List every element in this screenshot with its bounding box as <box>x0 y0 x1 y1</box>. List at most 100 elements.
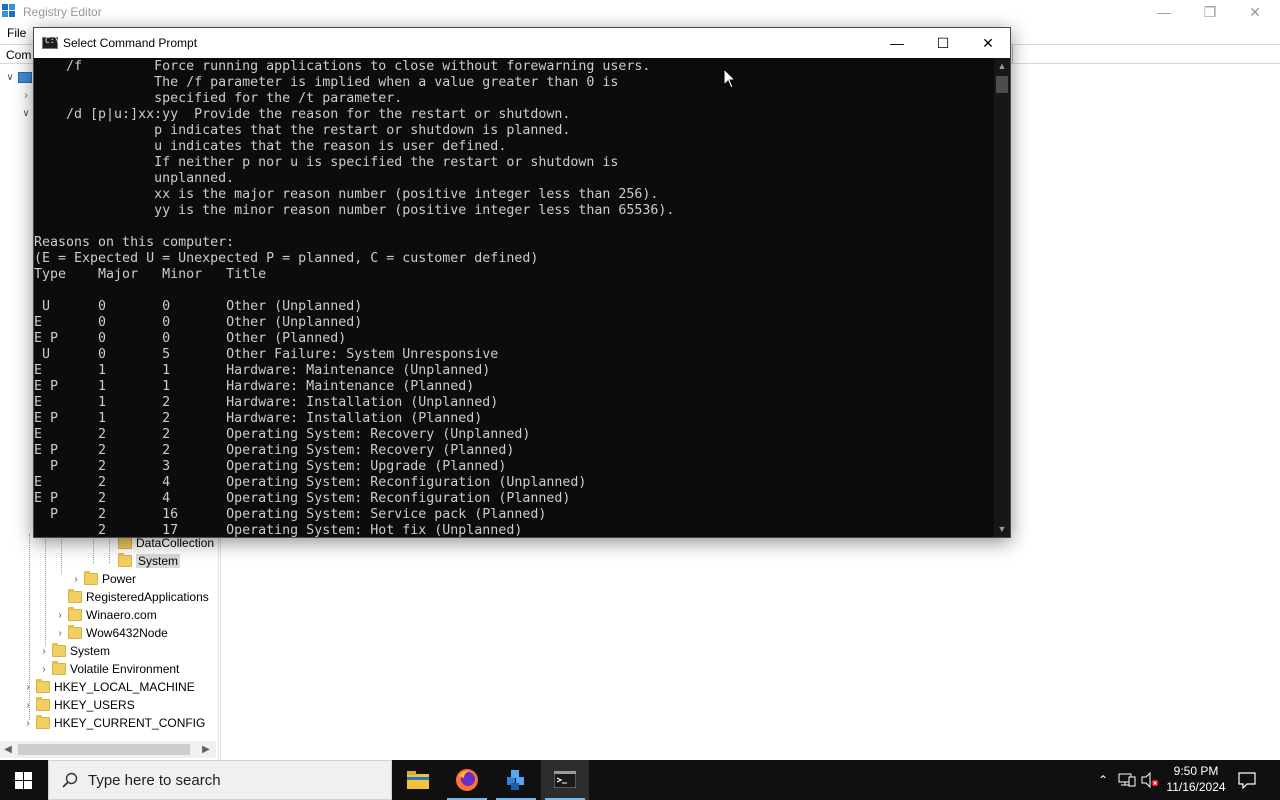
windows-logo-icon <box>15 772 32 789</box>
address-field-edge <box>1012 45 1280 63</box>
address-text: Com <box>6 48 32 62</box>
console-line: If neither p nor u is specified the rest… <box>34 155 619 170</box>
folder-icon <box>68 589 82 603</box>
cmd-minimize-button[interactable]: — <box>874 28 920 58</box>
folder-icon <box>68 607 82 621</box>
chevron-right-icon[interactable]: › <box>38 664 50 675</box>
tree-item-label: Volatile Environment <box>70 662 180 676</box>
taskbar-command-prompt[interactable] <box>541 760 589 800</box>
console-line: E P 1 2 Hardware: Installation (Planned) <box>34 411 483 426</box>
cmd-vertical-scrollbar[interactable]: ▲ ▼ <box>994 58 1010 537</box>
tree-item-hkey-current-config[interactable]: › HKEY_CURRENT_CONFIG <box>22 714 205 732</box>
console-line: E P 1 1 Hardware: Maintenance (Planned) <box>34 379 475 394</box>
cmd-console-output[interactable]: /f Force running applications to close w… <box>34 58 994 537</box>
tree-item-label: HKEY_LOCAL_MACHINE <box>54 680 195 694</box>
console-line: Type Major Minor Title <box>34 267 267 282</box>
show-hidden-icons-chevron-up-icon[interactable]: ⌃ <box>1092 760 1114 800</box>
volume-muted-icon[interactable] <box>1141 772 1159 788</box>
tree-item-label: RegisteredApplications <box>86 590 209 604</box>
tree-item-winaero[interactable]: › Winaero.com <box>54 606 157 624</box>
taskbar-registry-editor[interactable] <box>492 760 540 800</box>
registry-minimize-button[interactable]: — <box>1141 2 1187 22</box>
chevron-right-icon[interactable]: › <box>22 682 34 693</box>
tree-horizontal-scrollbar[interactable]: ◀ ▶ <box>0 741 216 758</box>
folder-icon <box>84 571 98 585</box>
tree-item-label: Wow6432Node <box>86 626 168 640</box>
command-prompt-window[interactable]: C:\ Select Command Prompt — ☐ ✕ /f Force… <box>33 27 1011 538</box>
taskbar-file-explorer[interactable] <box>394 760 442 800</box>
tree-collapsed-node[interactable]: › <box>20 86 34 104</box>
console-line: 2 17 Operating System: Hot fix (Unplanne… <box>34 523 523 537</box>
taskbar-clock[interactable]: 9:50 PM 11/16/2024 <box>1160 763 1232 795</box>
taskbar-firefox[interactable] <box>443 760 491 800</box>
chevron-right-icon[interactable]: › <box>70 574 82 585</box>
console-line: U 0 5 Other Failure: System Unresponsive <box>34 347 499 362</box>
action-center-notification-icon[interactable] <box>1238 772 1256 789</box>
registry-editor-icon <box>507 770 524 790</box>
chevron-right-icon[interactable]: › <box>20 90 32 101</box>
tree-expanded-node[interactable]: ∨ <box>20 104 34 122</box>
chevron-down-icon[interactable]: ∨ <box>4 72 16 83</box>
cmd-close-button[interactable]: ✕ <box>965 28 1011 58</box>
registry-window-title: Registry Editor <box>23 5 102 19</box>
console-line: E 0 0 Other (Unplanned) <box>34 315 363 330</box>
cmd-titlebar[interactable]: C:\ Select Command Prompt — ☐ ✕ <box>34 28 1010 58</box>
tree-item-label: System <box>136 554 181 568</box>
console-line: p indicates that the restart or shutdown… <box>34 123 571 138</box>
registry-restore-button[interactable]: ❐ <box>1187 2 1233 22</box>
console-line: (E = Expected U = Unexpected P = planned… <box>34 251 539 266</box>
tree-item-wow6432node[interactable]: › Wow6432Node <box>54 624 168 642</box>
firefox-icon <box>456 769 478 791</box>
folder-icon <box>118 553 132 567</box>
search-placeholder: Type here to search <box>88 772 221 789</box>
chevron-right-icon[interactable]: › <box>54 610 66 621</box>
tree-connector <box>61 534 62 574</box>
scroll-right-icon[interactable]: ▶ <box>198 742 214 757</box>
registry-close-button[interactable]: ✕ <box>1232 2 1278 22</box>
folder-icon <box>36 715 50 729</box>
search-icon <box>62 772 78 788</box>
scrollbar-thumb[interactable] <box>996 76 1008 93</box>
chevron-right-icon[interactable]: › <box>22 700 34 711</box>
cmd-maximize-button[interactable]: ☐ <box>920 28 966 58</box>
console-line: /f Force running applications to close w… <box>34 59 651 74</box>
tree-item-registeredapplications[interactable]: › RegisteredApplications <box>54 588 209 606</box>
scrollbar-thumb[interactable] <box>18 744 190 755</box>
chevron-right-icon[interactable]: › <box>54 628 66 639</box>
menu-file[interactable]: File <box>7 26 26 40</box>
folder-icon <box>52 661 66 675</box>
scroll-left-icon[interactable]: ◀ <box>0 742 16 757</box>
clock-time: 9:50 PM <box>1173 764 1219 778</box>
tree-item-system-selected[interactable]: › System <box>104 552 181 570</box>
tree-item-hkey-users[interactable]: › HKEY_USERS <box>22 696 135 714</box>
scroll-up-icon[interactable]: ▲ <box>994 58 1010 74</box>
tree-item-system[interactable]: › System <box>38 642 110 660</box>
console-text: /f Force running applications to close w… <box>34 59 994 537</box>
file-explorer-icon <box>407 771 429 789</box>
console-line: E 2 2 Operating System: Recovery (Unplan… <box>34 427 531 442</box>
tree-item-power[interactable]: › Power <box>70 570 136 588</box>
tree-item-label: HKEY_USERS <box>54 698 135 712</box>
tree-item-hkey-local-machine[interactable]: › HKEY_LOCAL_MACHINE <box>22 678 195 696</box>
network-icon[interactable] <box>1118 773 1136 787</box>
console-line: P 2 16 Operating System: Service pack (P… <box>34 507 547 522</box>
tree-item-volatile-environment[interactable]: › Volatile Environment <box>38 660 179 678</box>
cmd-window-title: Select Command Prompt <box>63 36 198 50</box>
console-line: u indicates that the reason is user defi… <box>34 139 507 154</box>
chevron-down-icon[interactable]: ∨ <box>20 108 32 119</box>
registry-app-icon <box>2 4 15 17</box>
console-line: E 1 1 Hardware: Maintenance (Unplanned) <box>34 363 491 378</box>
console-line: unplanned. <box>34 171 235 186</box>
scroll-down-icon[interactable]: ▼ <box>994 521 1010 537</box>
chevron-right-icon[interactable]: › <box>38 646 50 657</box>
folder-icon <box>36 697 50 711</box>
start-button[interactable] <box>0 760 48 800</box>
console-line: specified for the /t parameter. <box>34 91 403 106</box>
taskbar-search-box[interactable]: Type here to search <box>48 760 392 800</box>
tree-root-computer[interactable]: ∨ <box>4 68 32 86</box>
chevron-right-icon[interactable]: › <box>22 718 34 729</box>
console-line: The /f parameter is implied when a value… <box>34 75 619 90</box>
tree-connector <box>45 534 46 646</box>
console-line: Reasons on this computer: <box>34 235 235 250</box>
clock-date: 11/16/2024 <box>1166 780 1226 794</box>
